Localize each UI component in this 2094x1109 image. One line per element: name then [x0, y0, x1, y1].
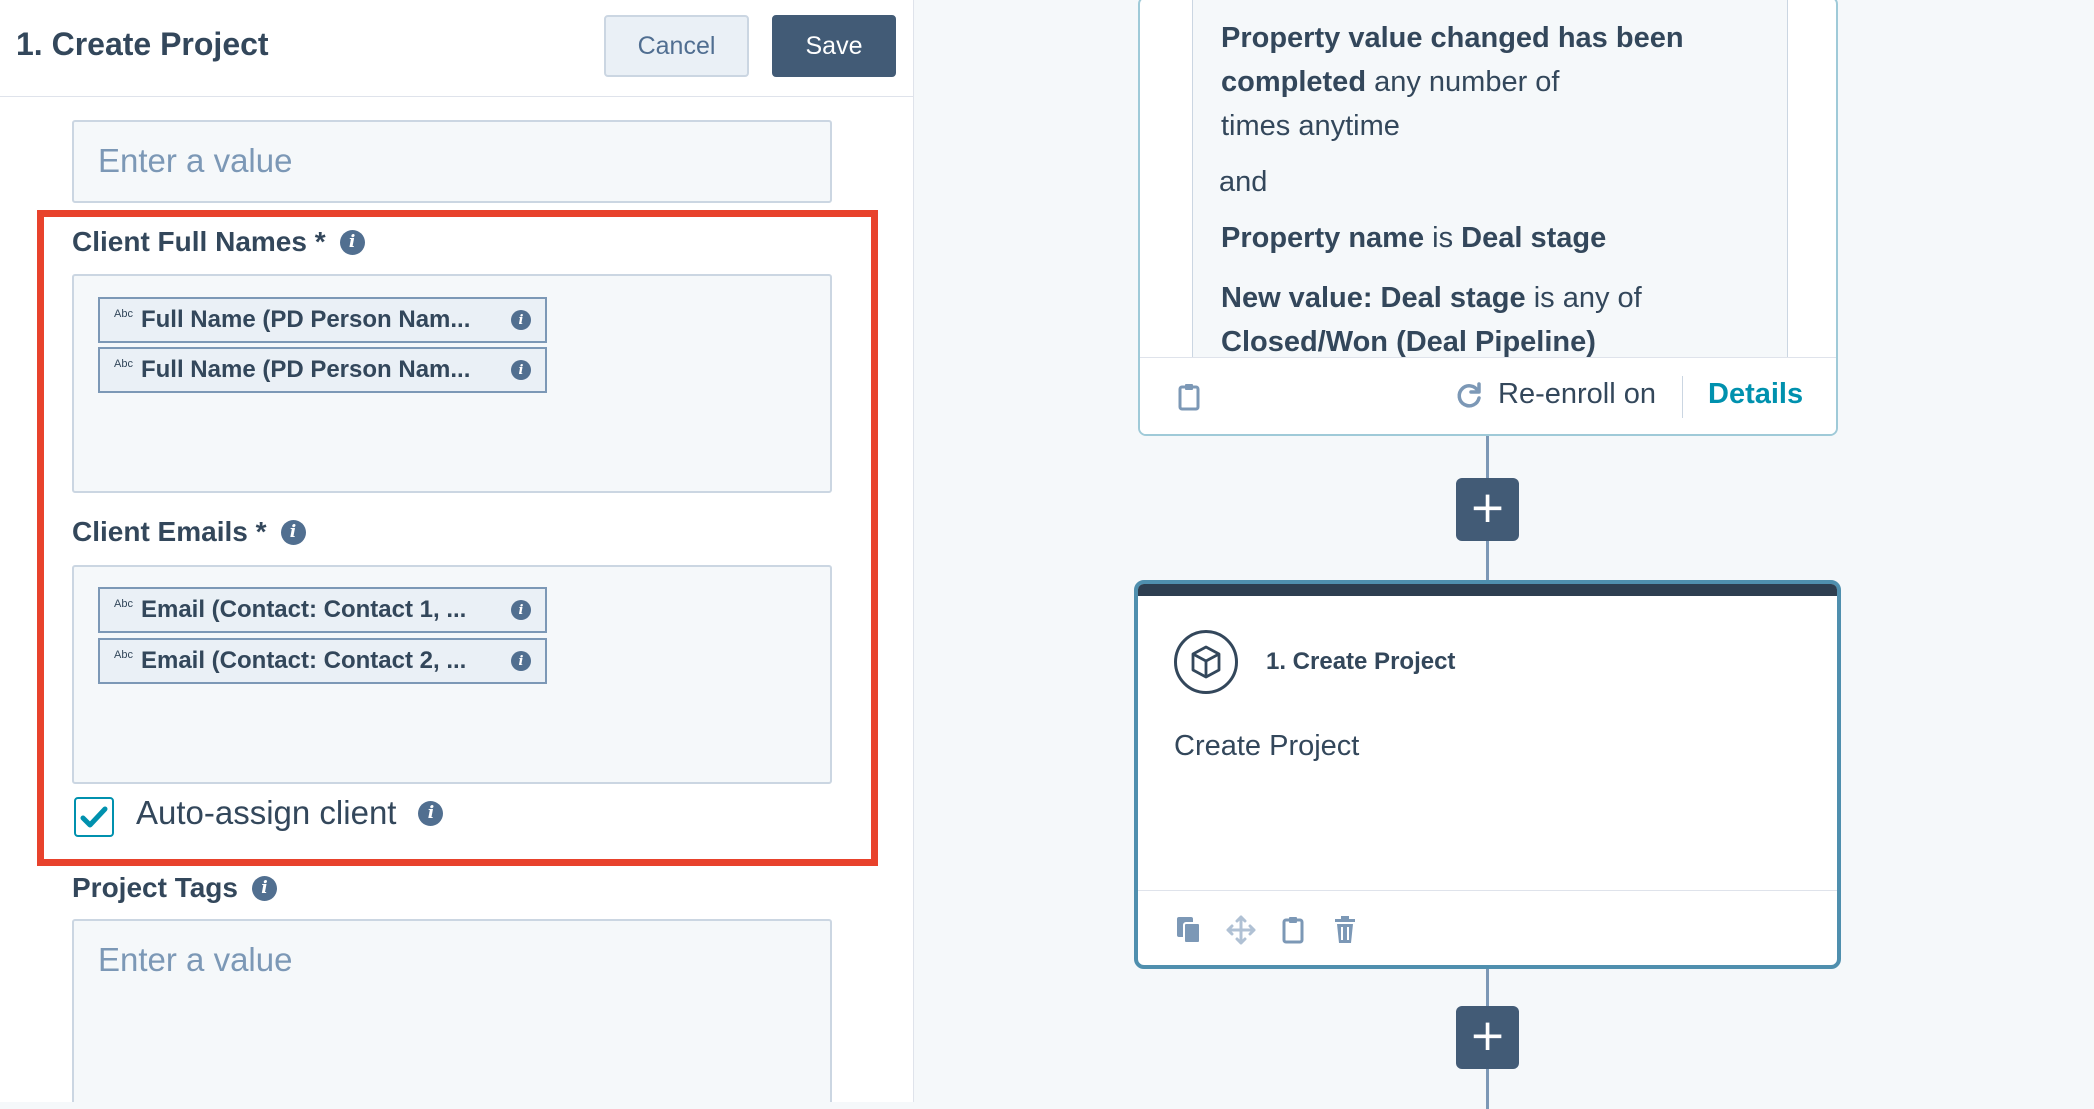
token-label: Email (Contact: Contact 1, ...: [140, 596, 467, 623]
card-top-bar: [1138, 584, 1837, 596]
top-value-input[interactable]: Enter a value: [72, 120, 832, 203]
criteria-line: times anytime: [1221, 110, 1400, 142]
client-emails-label-text: Client Emails *: [72, 516, 267, 547]
trash-icon[interactable]: [1330, 913, 1360, 947]
criteria-line: completed any number of: [1221, 66, 1560, 98]
trigger-footer: Re-enroll on Details: [1140, 357, 1836, 434]
reenroll-status[interactable]: Re-enroll on: [1454, 378, 1656, 411]
save-button[interactable]: Save: [772, 15, 896, 77]
action-description: Create Project: [1174, 730, 1360, 762]
info-icon[interactable]: i: [418, 800, 444, 826]
text-type-icon: Abc: [114, 358, 133, 370]
copy-icon[interactable]: [1174, 913, 1204, 947]
connector-line: [1486, 967, 1489, 1007]
info-icon[interactable]: i: [280, 519, 306, 545]
info-icon[interactable]: i: [339, 229, 365, 255]
connector-line: [1486, 436, 1489, 478]
action-card-footer: [1138, 890, 1837, 965]
auto-assign-checkbox[interactable]: [74, 797, 114, 837]
plus-icon: +: [1469, 482, 1506, 533]
token-label: Email (Contact: Contact 2, ...: [140, 647, 467, 674]
email-token-2[interactable]: Abc Email (Contact: Contact 2, ... i: [98, 638, 547, 684]
footer-divider: [1682, 376, 1683, 418]
clipboard-icon[interactable]: [1174, 380, 1204, 414]
criteria-line: New value: Deal stage is any of: [1221, 282, 1642, 314]
move-icon[interactable]: [1226, 913, 1256, 947]
full-name-token-2[interactable]: Abc Full Name (PD Person Nam... i: [98, 347, 547, 393]
add-action-button[interactable]: +: [1456, 478, 1519, 541]
client-emails-label: Client Emails * i: [72, 516, 306, 548]
trigger-criteria: Property value changed has been complete…: [1192, 0, 1788, 358]
token-label: Full Name (PD Person Nam...: [140, 356, 471, 383]
refresh-icon: [1457, 381, 1481, 408]
top-value-placeholder: Enter a value: [98, 142, 293, 179]
info-icon[interactable]: i: [251, 875, 277, 901]
client-full-names-field[interactable]: Abc Full Name (PD Person Nam... i Abc Fu…: [72, 274, 832, 493]
auto-assign-label-text: Auto-assign client: [136, 794, 397, 831]
connector-line: [1486, 1069, 1489, 1109]
cancel-button[interactable]: Cancel: [604, 15, 749, 77]
create-project-action-card[interactable]: 1. Create Project Create Project: [1134, 580, 1841, 969]
info-icon[interactable]: i: [511, 360, 531, 380]
panel-header: 1. Create Project Cancel Save: [0, 0, 913, 97]
project-tags-placeholder: Enter a value: [98, 941, 293, 978]
info-icon[interactable]: i: [511, 310, 531, 330]
and-separator: and: [1219, 166, 1268, 198]
auto-assign-label: Auto-assign client i: [136, 794, 444, 832]
email-token-1[interactable]: Abc Email (Contact: Contact 1, ... i: [98, 587, 547, 633]
full-name-token-1[interactable]: Abc Full Name (PD Person Nam... i: [98, 297, 547, 343]
info-icon[interactable]: i: [511, 600, 531, 620]
action-title: 1. Create Project: [1266, 648, 1456, 675]
client-full-names-label-text: Client Full Names *: [72, 226, 326, 257]
check-icon: [80, 806, 108, 828]
action-editor-panel: 1. Create Project Cancel Save Enter a va…: [0, 0, 914, 1102]
text-type-icon: Abc: [114, 649, 133, 661]
enrollment-trigger-card[interactable]: Property value changed has been complete…: [1138, 0, 1838, 436]
client-full-names-label: Client Full Names * i: [72, 226, 365, 258]
clipboard-icon[interactable]: [1278, 913, 1308, 947]
connector-line: [1486, 541, 1489, 582]
plus-icon: +: [1469, 1010, 1506, 1061]
cube-icon: [1174, 630, 1238, 694]
text-type-icon: Abc: [114, 308, 133, 320]
criteria-line: Property name is Deal stage: [1221, 222, 1607, 254]
token-label: Full Name (PD Person Nam...: [140, 306, 471, 333]
panel-title: 1. Create Project: [16, 26, 269, 62]
project-tags-input[interactable]: Enter a value: [72, 919, 832, 1102]
info-icon[interactable]: i: [511, 651, 531, 671]
add-action-button-bottom[interactable]: +: [1456, 1006, 1519, 1069]
project-tags-label: Project Tags i: [72, 872, 277, 904]
details-link[interactable]: Details: [1708, 378, 1803, 411]
project-tags-label-text: Project Tags: [72, 872, 238, 903]
reenroll-label: Re-enroll on: [1498, 378, 1656, 410]
client-emails-field[interactable]: Abc Email (Contact: Contact 1, ... i Abc…: [72, 565, 832, 784]
text-type-icon: Abc: [114, 598, 133, 610]
criteria-line: Property value changed has been: [1221, 22, 1684, 54]
